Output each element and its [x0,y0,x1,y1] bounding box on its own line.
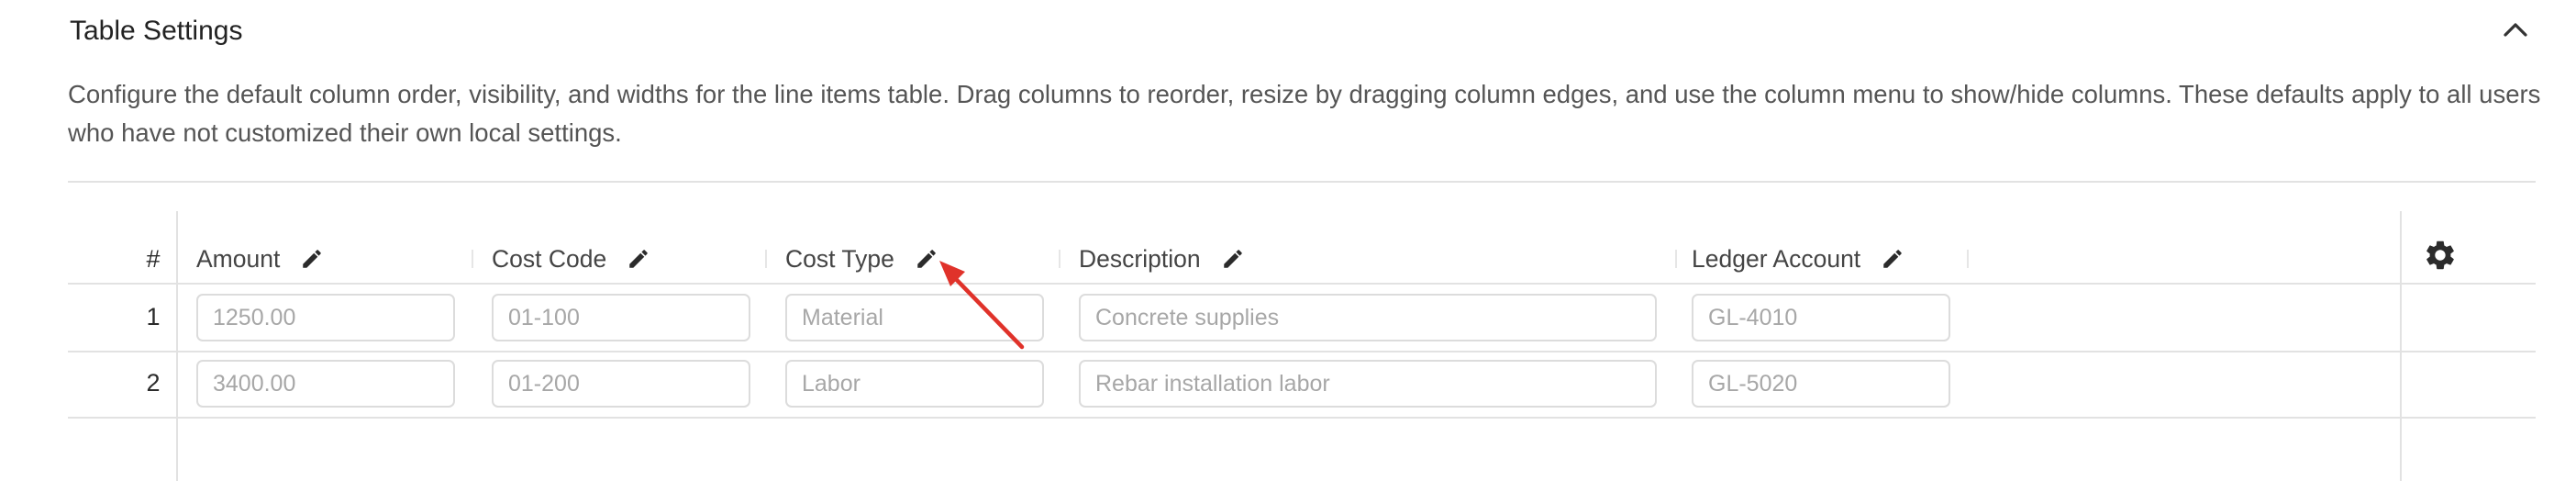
divider [68,181,2536,183]
pencil-icon[interactable] [915,247,938,271]
pencil-icon[interactable] [300,247,324,271]
row-number: 1 [146,303,161,330]
section-title: Table Settings [70,16,243,46]
column-header-cost-code[interactable]: Cost Code [492,237,650,281]
column-resize-handle[interactable] [1967,250,1969,268]
column-resize-handle[interactable] [472,250,473,268]
ledger-account-input[interactable] [1692,360,1950,408]
pencil-icon[interactable] [627,247,650,271]
description-input[interactable] [1079,360,1657,408]
row-border [68,351,2536,352]
column-settings-button[interactable] [2416,231,2464,279]
column-header-description[interactable]: Description [1079,237,1245,281]
gear-icon [2426,240,2454,270]
column-header-label: Ledger Account [1692,244,1861,273]
settings-column-border [2400,211,2402,481]
cost-type-input[interactable] [785,360,1044,408]
amount-input[interactable] [196,360,455,408]
column-resize-handle[interactable] [1675,250,1677,268]
section-description: Configure the default column order, visi… [68,80,2541,147]
line-items-table: # Amount Cost Code Cost Type Description [68,211,2536,481]
column-header-label: Cost Code [492,244,607,273]
column-header-ledger-account[interactable]: Ledger Account [1692,237,1904,281]
column-resize-handle[interactable] [765,250,767,268]
column-resize-handle[interactable] [1059,250,1060,268]
row-number: 2 [146,369,161,397]
pencil-icon[interactable] [1881,247,1904,271]
header-row-border [68,283,2536,285]
column-header-cost-type[interactable]: Cost Type [785,237,938,281]
ledger-account-input[interactable] [1692,294,1950,341]
row-number-header: # [146,245,161,273]
column-header-amount[interactable]: Amount [196,237,324,281]
amount-input[interactable] [196,294,455,341]
description-input[interactable] [1079,294,1657,341]
cost-type-input[interactable] [785,294,1044,341]
cost-code-input[interactable] [492,294,750,341]
table-settings-panel: Table Settings Configure the default col… [0,0,2576,481]
column-header-label: Description [1079,244,1201,273]
cost-code-input[interactable] [492,360,750,408]
row-number-column-border [176,211,178,481]
column-header-label: Cost Type [785,244,894,273]
row-border [68,417,2536,419]
collapse-button[interactable] [2497,11,2534,48]
pencil-icon[interactable] [1221,247,1245,271]
chevron-up-icon [2504,23,2527,37]
column-header-label: Amount [196,244,281,273]
